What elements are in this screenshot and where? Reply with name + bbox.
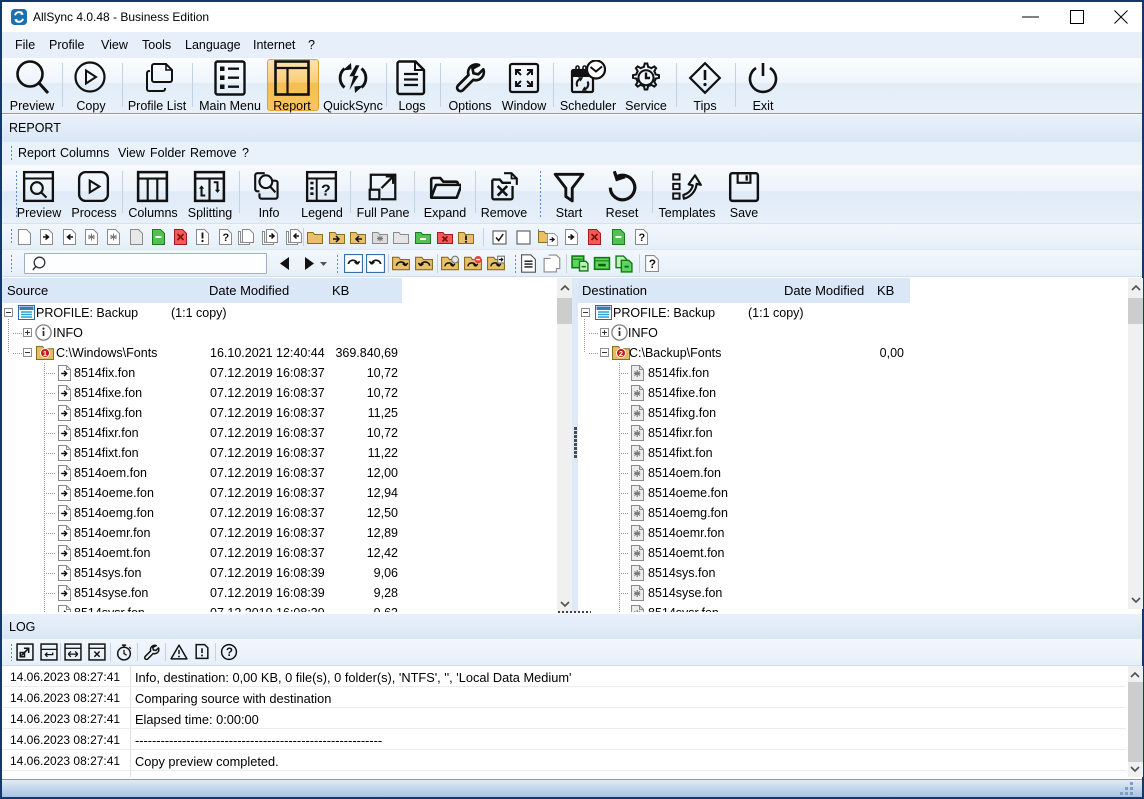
svg-text:?: ?: [639, 232, 646, 244]
svg-text:?: ?: [649, 258, 656, 271]
svg-text:?: ?: [222, 232, 229, 244]
svg-text:2: 2: [619, 349, 623, 358]
svg-text:1: 1: [43, 349, 47, 358]
